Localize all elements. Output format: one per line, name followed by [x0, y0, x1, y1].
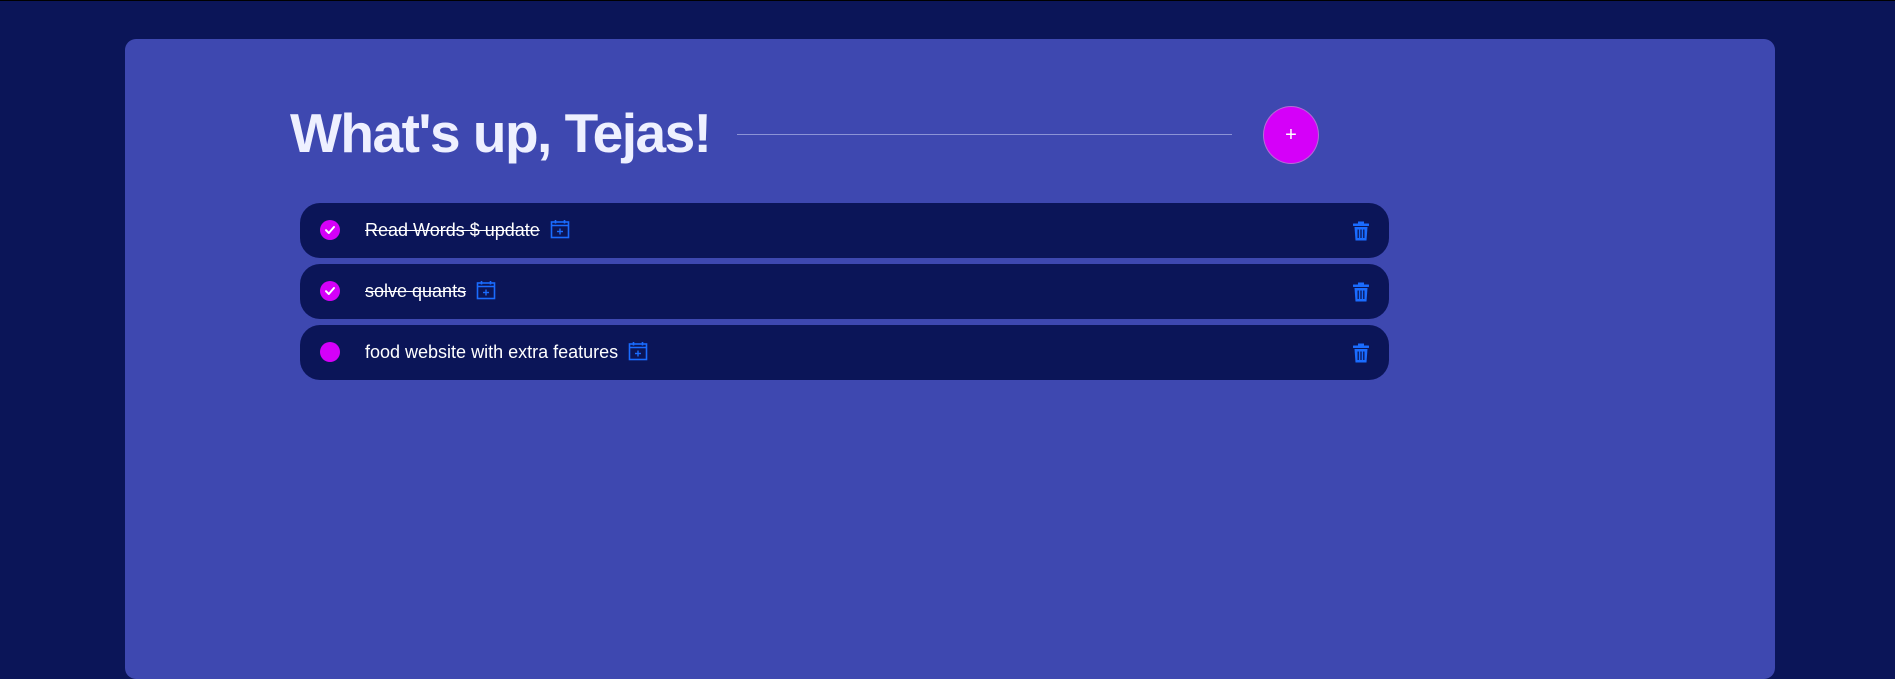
- trash-icon[interactable]: [1353, 343, 1369, 363]
- task-item: food website with extra features: [300, 325, 1389, 380]
- header-divider: [737, 134, 1232, 135]
- task-item: solve quants: [300, 264, 1389, 319]
- calendar-plus-icon[interactable]: [550, 219, 570, 239]
- task-text: Read Words $ update: [365, 220, 540, 240]
- task-text-wrapper: Read Words $ update: [365, 219, 570, 241]
- trash-icon[interactable]: [1353, 221, 1369, 241]
- trash-icon[interactable]: [1353, 282, 1369, 302]
- check-icon: [325, 287, 335, 295]
- task-item: Read Words $ update: [300, 203, 1389, 258]
- calendar-plus-icon[interactable]: [476, 280, 496, 300]
- page-title: What's up, Tejas!: [290, 102, 712, 164]
- add-task-button[interactable]: +: [1263, 106, 1319, 164]
- task-text: food website with extra features: [365, 342, 619, 362]
- task-text-wrapper: food website with extra features: [365, 341, 648, 363]
- check-icon: [325, 226, 335, 234]
- task-checkbox[interactable]: [320, 220, 340, 240]
- task-text-wrapper: solve quants: [365, 280, 496, 302]
- task-checkbox[interactable]: [320, 342, 340, 362]
- task-list: Read Words $ update solve quants food we…: [300, 203, 1389, 386]
- task-checkbox[interactable]: [320, 281, 340, 301]
- header: What's up, Tejas! +: [290, 98, 1320, 174]
- task-text: solve quants: [365, 281, 467, 301]
- top-border: [0, 0, 1895, 1]
- calendar-plus-icon[interactable]: [628, 341, 648, 361]
